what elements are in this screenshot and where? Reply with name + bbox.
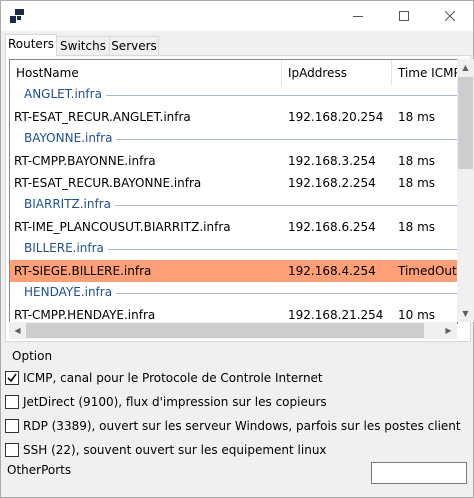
maximize-button[interactable]: [381, 1, 427, 31]
checkbox-box[interactable]: [5, 443, 19, 457]
tab-switchs[interactable]: Switchs: [56, 36, 110, 55]
group-header[interactable]: HENDAYE.infra: [10, 282, 457, 304]
group-title: BAYONNE.infra: [24, 131, 113, 145]
scroll-right-arrow-icon[interactable]: ▶: [440, 322, 457, 339]
cell-host: RT-ESAT_RECUR.BAYONNE.infra: [14, 176, 202, 190]
cell-ip: 192.168.6.254: [288, 220, 376, 234]
column-header-ipaddress[interactable]: IpAddress: [282, 60, 392, 86]
cell-host: RT-IME_PLANCOUSUT.BIARRITZ.infra: [14, 220, 231, 234]
cell-time: TimedOut: [398, 264, 457, 278]
group-title: BILLERE.infra: [24, 241, 104, 255]
tab-panel-routers: HostName IpAddress Time ICMP ANGLET.infr…: [5, 55, 474, 342]
cell-time: 18 ms: [398, 154, 436, 168]
option-group-label: Option: [12, 349, 53, 363]
scroll-up-arrow-icon[interactable]: ▲: [457, 59, 474, 76]
main-window: Routers Switchs Servers HostName IpAddre…: [0, 0, 474, 498]
tab-routers[interactable]: Routers: [5, 34, 57, 56]
column-header-time-icmp[interactable]: Time ICMP: [392, 60, 457, 86]
group-separator: [106, 95, 457, 96]
cell-host: RT-SIEGE.BILLERE.infra: [14, 264, 152, 278]
cell-ip: 192.168.3.254: [288, 154, 376, 168]
checkbox-label: JetDirect (9100), flux d'impression sur …: [23, 395, 327, 409]
minimize-icon: [353, 16, 363, 17]
checkbox-label: ICMP, canal pour le Protocole de Control…: [23, 371, 323, 385]
group-header[interactable]: BAYONNE.infra: [10, 128, 457, 150]
cell-ip: 192.168.2.254: [288, 176, 376, 190]
tab-servers[interactable]: Servers: [109, 36, 159, 55]
table-row[interactable]: RT-SIEGE.BILLERE.infra 192.168.4.254 Timed…: [10, 260, 457, 282]
group-title: ANGLET.infra: [24, 87, 102, 101]
column-header-hostname[interactable]: HostName: [10, 60, 282, 86]
group-separator: [116, 293, 457, 294]
vertical-scroll-thumb[interactable]: [458, 77, 473, 169]
group-header[interactable]: BILLERE.infra: [10, 238, 457, 260]
checkbox-label: RDP (3389), ouvert sur les serveur Windo…: [23, 419, 461, 433]
title-bar: [1, 1, 473, 31]
table-row[interactable]: RT-ESAT_RECUR.ANGLET.infra 192.168.20.254…: [10, 106, 457, 128]
checkbox-label: SSH (22), souvent ouvert sur les equipem…: [23, 443, 327, 457]
cell-time: 10 ms: [398, 308, 436, 322]
app-icon: [10, 9, 24, 23]
cell-time: 18 ms: [398, 110, 436, 124]
checkbox-box[interactable]: [5, 371, 19, 385]
group-header[interactable]: ANGLET.infra: [10, 84, 457, 106]
cell-time: 18 ms: [398, 176, 436, 190]
horizontal-scroll-thumb[interactable]: [26, 323, 424, 338]
cell-host: RT-ESAT_RECUR.ANGLET.infra: [14, 110, 191, 124]
cell-host: RT-CMPP.BAYONNE.infra: [14, 154, 156, 168]
vertical-scrollbar[interactable]: ▲ ▼: [457, 59, 474, 322]
router-list[interactable]: HostName IpAddress Time ICMP ANGLET.infr…: [9, 59, 458, 324]
table-row[interactable]: RT-ESAT_RECUR.BAYONNE.infra 192.168.2.254…: [10, 172, 457, 194]
group-separator: [115, 205, 457, 206]
group-title: BIARRITZ.infra: [24, 197, 112, 211]
checkmark-icon: [7, 373, 17, 383]
table-row[interactable]: RT-CMPP.HENDAYE.infra 192.168.21.254 10 ms: [10, 304, 457, 323]
other-ports-label: OtherPorts: [7, 463, 72, 477]
table-row[interactable]: RT-IME_PLANCOUSUT.BIARRITZ.infra 192.168.…: [10, 216, 457, 238]
other-ports-input[interactable]: [371, 462, 467, 484]
cell-time: 18 ms: [398, 220, 436, 234]
cell-ip: 192.168.20.254: [288, 110, 384, 124]
group-header[interactable]: BIARRITZ.infra: [10, 194, 457, 216]
maximize-icon: [399, 11, 409, 21]
group-title: HENDAYE.infra: [24, 285, 113, 299]
checkbox-box[interactable]: [5, 419, 19, 433]
checkbox-box[interactable]: [5, 395, 19, 409]
horizontal-scrollbar[interactable]: ◀ ▶: [9, 322, 457, 339]
minimize-button[interactable]: [335, 1, 381, 31]
group-separator: [108, 249, 457, 250]
table-row[interactable]: RT-CMPP.BAYONNE.infra 192.168.3.254 18 ms: [10, 150, 457, 172]
close-icon: [445, 11, 455, 21]
close-button[interactable]: [427, 1, 473, 31]
scroll-down-arrow-icon[interactable]: ▼: [457, 305, 474, 322]
cell-ip: 192.168.4.254: [288, 264, 376, 278]
scroll-left-arrow-icon[interactable]: ◀: [9, 322, 26, 339]
group-separator: [116, 139, 457, 140]
cell-host: RT-CMPP.HENDAYE.infra: [14, 308, 156, 322]
list-header: HostName IpAddress Time ICMP: [10, 60, 457, 86]
cell-ip: 192.168.21.254: [288, 308, 384, 322]
